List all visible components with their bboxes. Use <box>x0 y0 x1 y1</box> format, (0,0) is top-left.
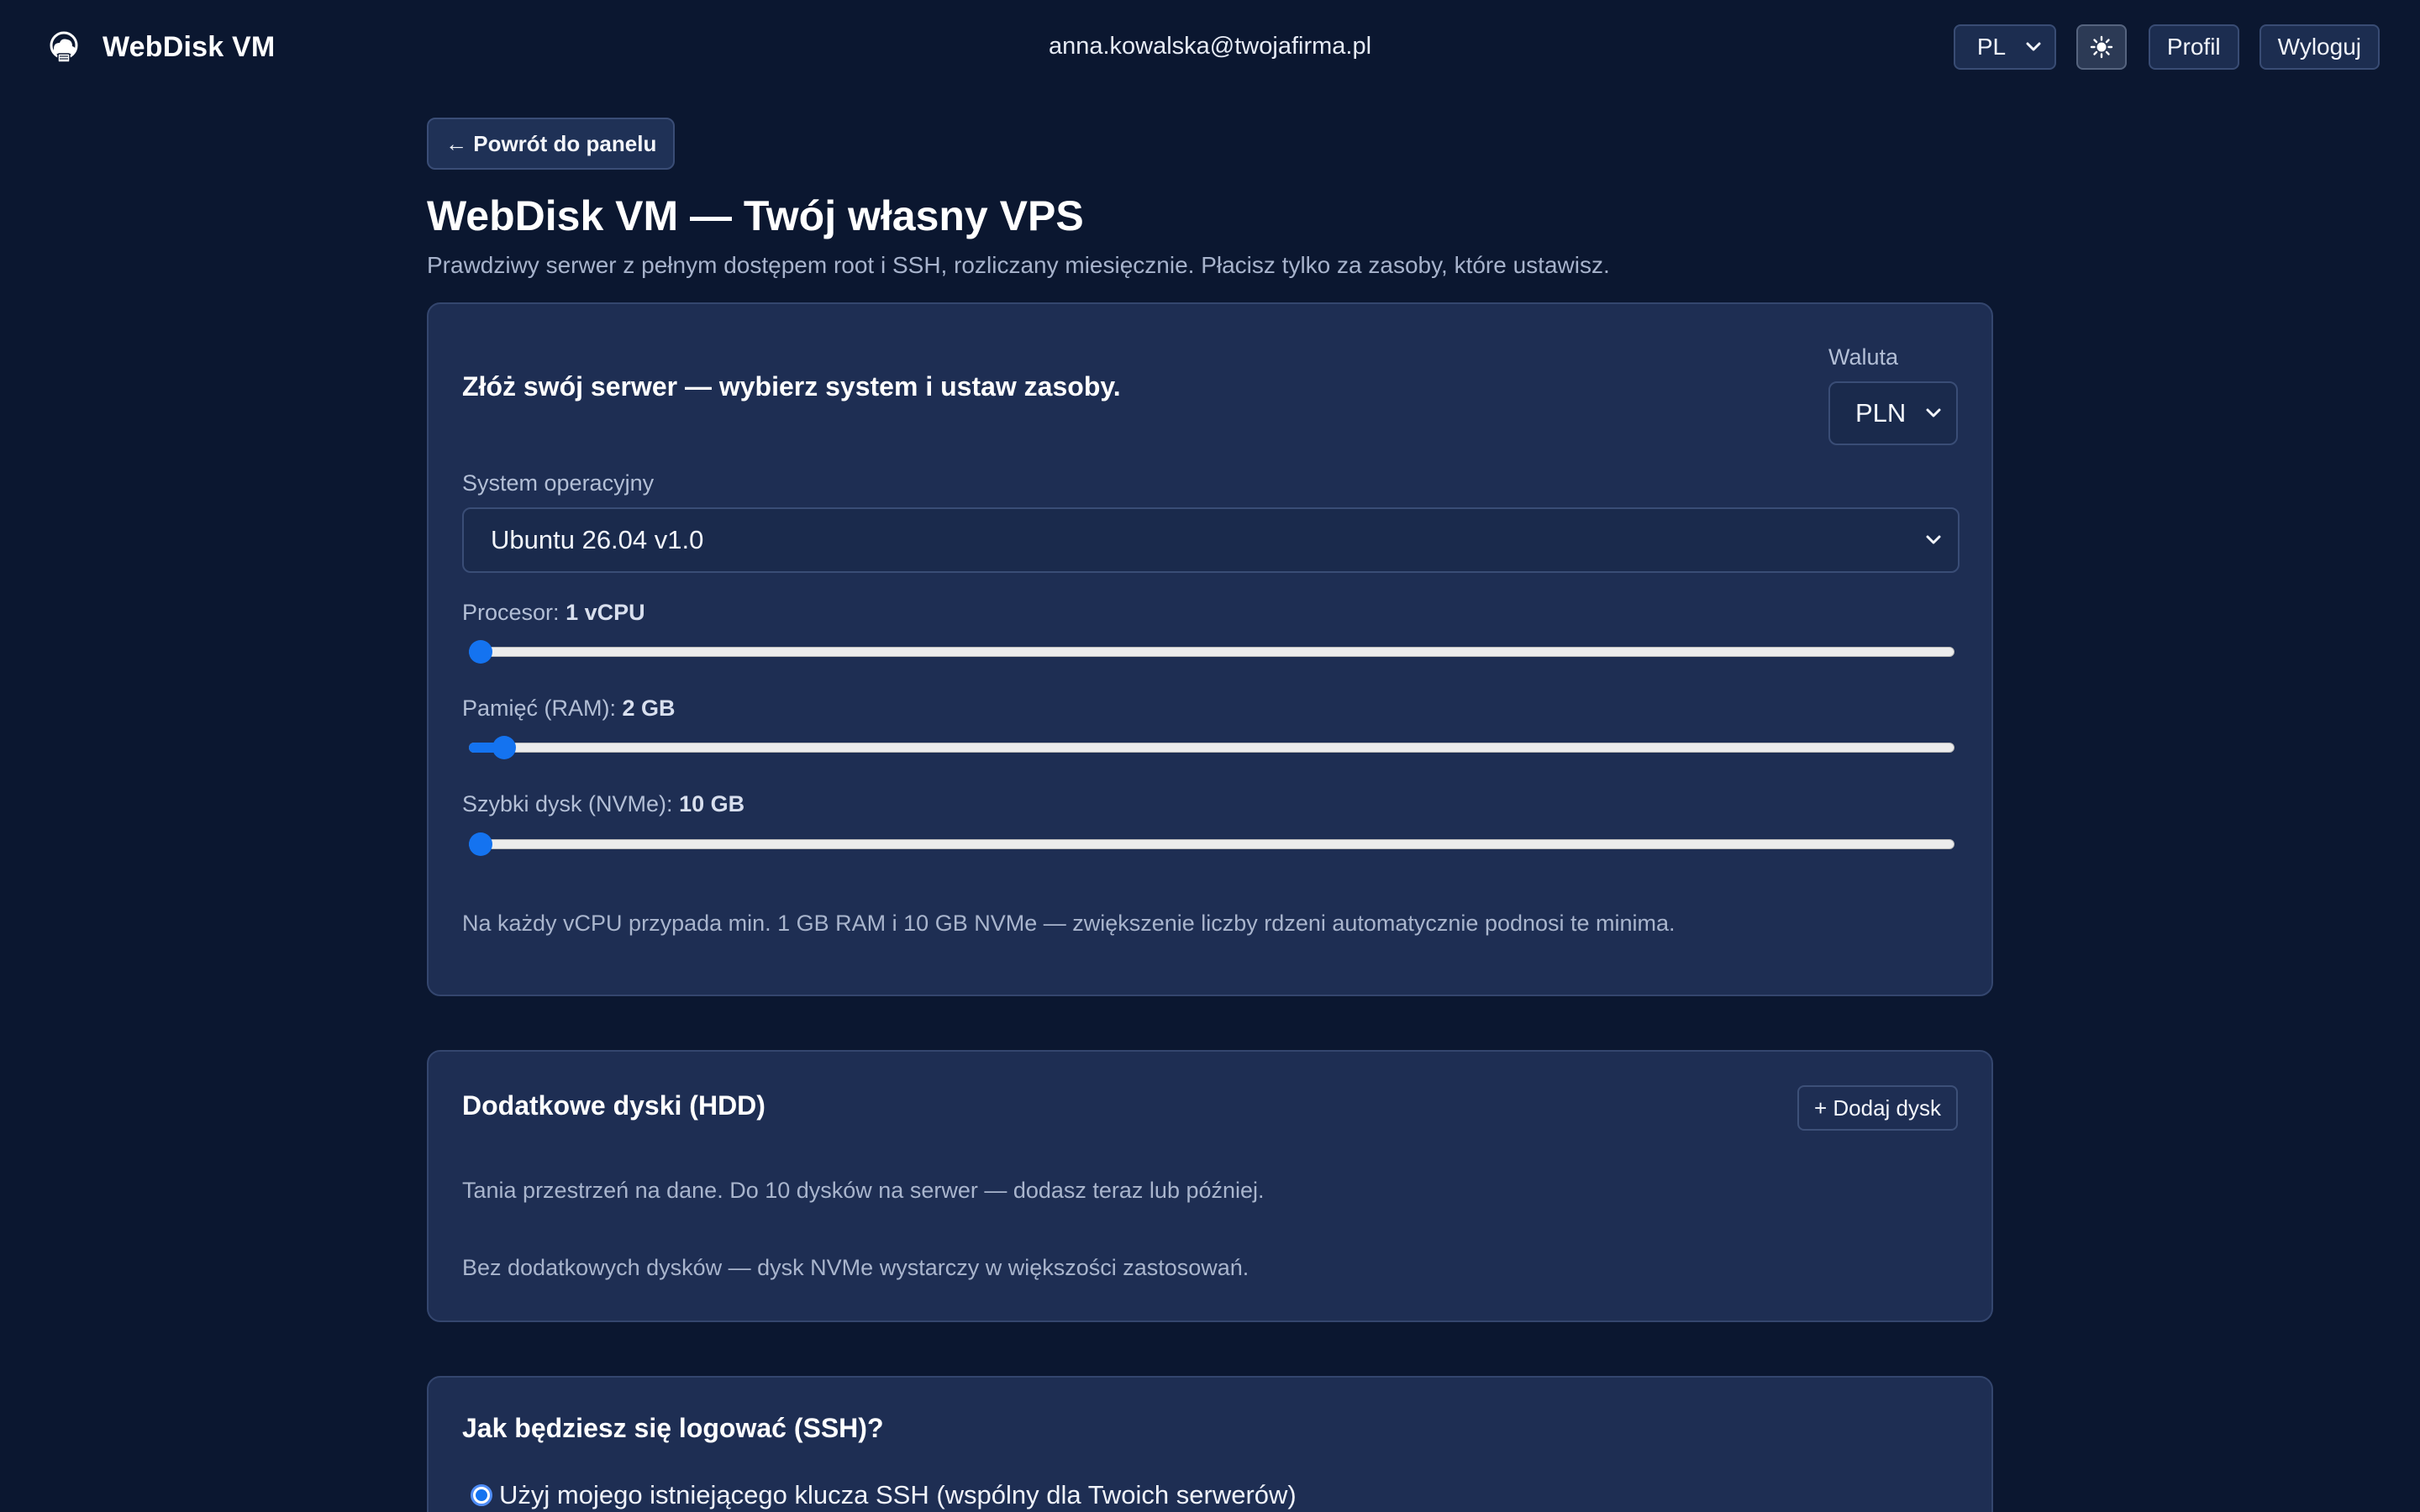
cpu-slider-thumb[interactable] <box>469 640 492 664</box>
chevron-down-icon <box>2026 42 2041 51</box>
os-select[interactable]: Ubuntu 26.04 v1.0 <box>462 507 1960 573</box>
cpu-slider-track <box>469 647 1954 657</box>
sun-icon <box>2090 35 2113 59</box>
cpu-value: 1 vCPU <box>566 600 645 625</box>
os-label: System operacyjny <box>462 470 655 496</box>
ram-slider-track <box>469 743 1954 753</box>
chevron-down-icon <box>1926 408 1941 417</box>
extra-disks-title: Dodatkowe dyski (HDD) <box>462 1090 765 1121</box>
ram-value: 2 GB <box>622 696 676 721</box>
page-title: WebDisk VM — Twój własny VPS <box>427 192 1084 239</box>
ssh-title: Jak będziesz się logować (SSH)? <box>462 1413 884 1443</box>
resource-minimums-note: Na każdy vCPU przypada min. 1 GB RAM i 1… <box>462 911 1676 936</box>
page-subtitle: Prawdziwy serwer z pełnym dostępem root … <box>427 252 1610 278</box>
ram-slider[interactable] <box>469 736 1954 759</box>
nvme-label: Szybki dysk (NVMe): 10 GB <box>462 791 744 817</box>
cpu-label-text: Procesor: <box>462 600 560 625</box>
top-actions: PL Profil Wyloguj <box>1953 24 2380 70</box>
server-builder-title: Złóż swój serwer — wybierz system i usta… <box>462 371 1121 402</box>
ssh-card: Jak będziesz się logować (SSH)? Użyj moj… <box>427 1376 1993 1512</box>
radio-button-selected[interactable] <box>471 1484 492 1506</box>
ram-label: Pamięć (RAM): 2 GB <box>462 696 676 722</box>
theme-toggle-button[interactable] <box>2075 24 2127 70</box>
nvme-slider-thumb[interactable] <box>469 832 492 856</box>
server-builder-card: Złóż swój serwer — wybierz system i usta… <box>427 302 1993 996</box>
nvme-value: 10 GB <box>679 791 745 816</box>
extra-disks-empty-state: Bez dodatkowych dysków — dysk NVMe wysta… <box>462 1255 1249 1280</box>
ssh-option-existing-key[interactable]: Użyj mojego istniejącego klucza SSH (wsp… <box>471 1480 1297 1510</box>
currency-select-value: PLN <box>1855 398 1907 428</box>
extra-disks-description: Tania przestrzeń na dane. Do 10 dysków n… <box>462 1178 1265 1203</box>
language-select-value: PL <box>1976 34 2007 60</box>
ssh-option-existing-key-label: Użyj mojego istniejącego klucza SSH (wsp… <box>499 1480 1297 1509</box>
nvme-label-text: Szybki dysk (NVMe): <box>462 791 673 816</box>
top-bar: WebDisk VM anna.kowalska@twojafirma.pl P… <box>0 0 2420 96</box>
ram-label-text: Pamięć (RAM): <box>462 696 617 721</box>
profile-button[interactable]: Profil <box>2148 24 2239 70</box>
chevron-down-icon <box>1926 535 1941 544</box>
currency-select[interactable]: PLN <box>1828 381 1958 445</box>
add-disk-button[interactable]: + Dodaj dysk <box>1797 1085 1958 1131</box>
language-select[interactable]: PL <box>1953 24 2056 70</box>
cpu-slider[interactable] <box>469 640 1954 664</box>
ram-slider-thumb[interactable] <box>492 736 516 759</box>
extra-disks-card: Dodatkowe dyski (HDD) + Dodaj dysk Tania… <box>427 1050 1993 1322</box>
currency-label: Waluta <box>1828 344 1899 370</box>
radio-dot <box>476 1489 487 1501</box>
logout-button[interactable]: Wyloguj <box>2259 24 2380 70</box>
cpu-label: Procesor: 1 vCPU <box>462 600 645 626</box>
os-select-value: Ubuntu 26.04 v1.0 <box>491 525 704 554</box>
nvme-slider-track <box>469 839 1954 849</box>
nvme-slider[interactable] <box>469 832 1954 856</box>
back-to-dashboard-button[interactable]: ← Powrót do panelu <box>427 118 676 170</box>
